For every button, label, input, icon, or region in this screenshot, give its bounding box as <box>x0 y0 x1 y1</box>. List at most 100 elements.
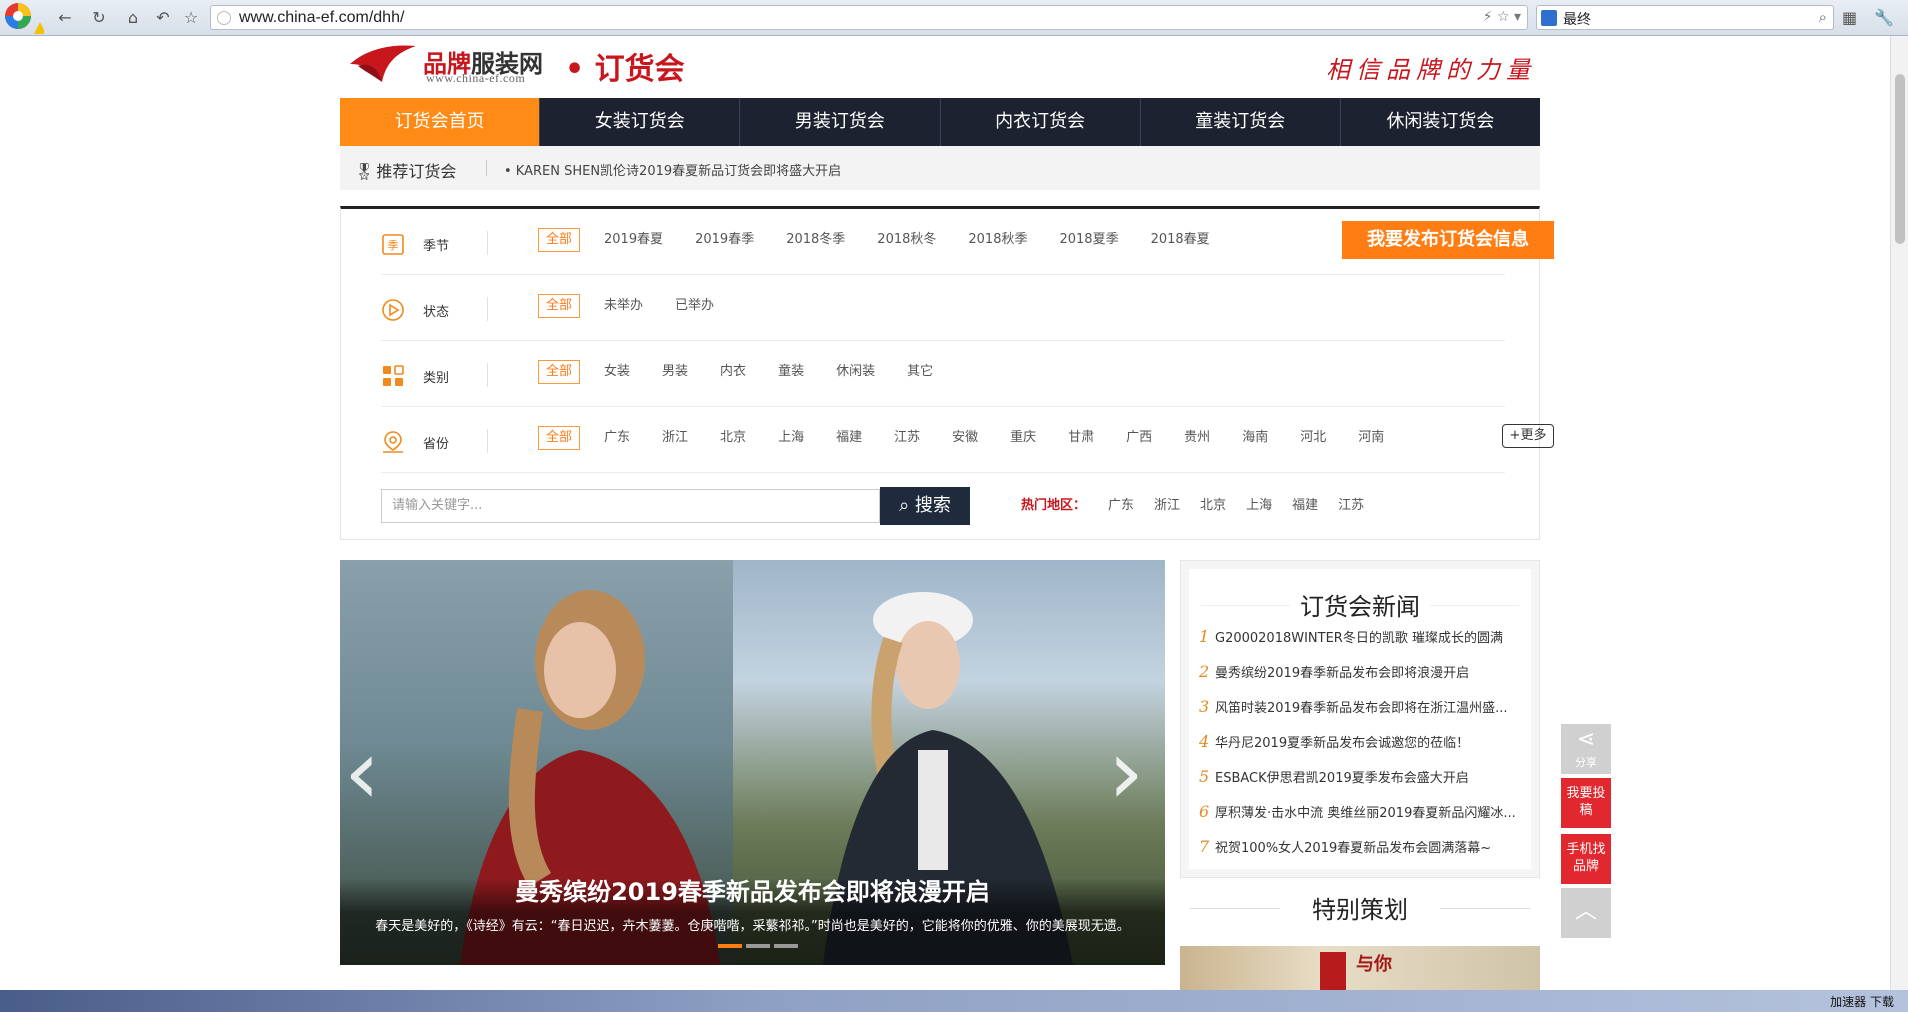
carousel-dot[interactable] <box>746 944 770 948</box>
search-icon[interactable]: ⌕ <box>1819 8 1827 26</box>
news-item[interactable]: 7 祝贺100%女人2019春夏新品发布会圆满落幕~ <box>1199 837 1529 872</box>
carousel-next-icon[interactable]: › <box>1108 720 1144 825</box>
grid-icon[interactable]: ▦ <box>1842 8 1857 27</box>
season-option[interactable]: 2018秋季 <box>960 228 1035 252</box>
more-provinces-button[interactable]: +更多 <box>1502 424 1554 448</box>
nav-item-home[interactable]: 订货会首页 <box>340 98 541 146</box>
special-feature-image[interactable]: 与你 <box>1180 946 1540 990</box>
season-option[interactable]: 2019春夏 <box>596 228 671 252</box>
nav-item-underwear[interactable]: 内衣订货会 <box>941 98 1141 146</box>
page-scrollbar[interactable] <box>1890 36 1908 990</box>
filter-label-province: 省份 <box>423 437 450 452</box>
nav-item-men[interactable]: 男装订货会 <box>740 98 941 146</box>
banner-carousel[interactable]: ‹ › 曼秀缤纷2019春季新品发布会即将浪漫开启 春天是美好的，《诗经》有云：… <box>340 560 1165 965</box>
province-option[interactable]: 北京 <box>712 426 754 450</box>
status-options: 全部 未举办 已举办 <box>538 294 738 318</box>
browser-search-text[interactable]: 最终 <box>1563 9 1591 29</box>
province-option[interactable]: 贵州 <box>1176 426 1218 450</box>
wrench-icon[interactable]: 🔧 <box>1874 8 1894 27</box>
province-option[interactable]: 上海 <box>770 426 812 450</box>
nav-item-casual[interactable]: 休闲装订货会 <box>1341 98 1540 146</box>
category-option[interactable]: 休闲装 <box>828 360 883 384</box>
browser-search-box[interactable]: 最终 ⌕ <box>1536 5 1834 30</box>
search-engine-icon[interactable] <box>1541 10 1557 26</box>
favorite-star-icon[interactable]: ☆ <box>180 7 202 29</box>
mobile-brand-button[interactable]: 手机找品牌 <box>1561 834 1611 884</box>
news-item[interactable]: 4 华丹尼2019夏季新品发布会诚邀您的莅临！ <box>1199 732 1529 767</box>
status-option[interactable]: 未举办 <box>596 294 651 318</box>
status-bar-items[interactable]: 加速器 下载 <box>1830 993 1894 1010</box>
category-option[interactable]: 男装 <box>654 360 696 384</box>
search-button[interactable]: ⌕ 搜索 <box>880 487 970 525</box>
category-option[interactable]: 童装 <box>770 360 812 384</box>
carousel-dot[interactable] <box>774 944 798 948</box>
season-option[interactable]: 2019春季 <box>687 228 762 252</box>
nav-item-kids[interactable]: 童装订货会 <box>1141 98 1341 146</box>
contribute-button[interactable]: 我要投稿 <box>1561 778 1611 828</box>
hot-region-link[interactable]: 浙江 <box>1154 494 1180 513</box>
province-option[interactable]: 安徽 <box>944 426 986 450</box>
banner-title[interactable]: 曼秀缤纷2019春季新品发布会即将浪漫开启 <box>340 872 1165 907</box>
hot-region-link[interactable]: 江苏 <box>1338 494 1364 513</box>
undo-icon[interactable]: ↶ <box>152 7 174 29</box>
category-option[interactable]: 内衣 <box>712 360 754 384</box>
season-option[interactable]: 2018冬季 <box>778 228 853 252</box>
filter-label-category: 类别 <box>423 371 450 386</box>
site-info-icon[interactable] <box>217 11 231 25</box>
status-option-all[interactable]: 全部 <box>538 294 581 318</box>
news-item[interactable]: 2 曼秀缤纷2019春季新品发布会即将浪漫开启 <box>1199 662 1529 697</box>
category-option-all[interactable]: 全部 <box>538 360 581 384</box>
carousel-prev-icon[interactable]: ‹ <box>344 720 380 825</box>
reload-icon[interactable]: ↻ <box>88 7 110 29</box>
address-bar[interactable]: www.china-ef.com/dhh/ ⚡ ☆ ▾ <box>210 5 1528 30</box>
share-button[interactable]: ⋖ 分享 <box>1561 724 1611 774</box>
hot-region-link[interactable]: 广东 <box>1108 494 1134 513</box>
hot-region-link[interactable]: 上海 <box>1246 494 1272 513</box>
wing-logo-icon <box>350 45 416 82</box>
news-item[interactable]: 3 风笛时装2019春季新品发布会即将在浙江温州盛... <box>1199 697 1529 732</box>
back-to-top-button[interactable]: ︿ <box>1561 888 1611 938</box>
url-text[interactable]: www.china-ef.com/dhh/ <box>239 9 404 27</box>
province-option[interactable]: 浙江 <box>654 426 696 450</box>
recommend-news-link[interactable]: • KAREN SHEN凯伦诗2019春夏新品订货会即将盛大开启 <box>504 160 841 179</box>
publish-button[interactable]: 我要发布订货会信息 <box>1342 221 1554 259</box>
back-icon[interactable]: ← <box>54 7 76 29</box>
divider <box>487 363 488 387</box>
share-label: 分享 <box>1575 756 1597 769</box>
province-option[interactable]: 江苏 <box>886 426 928 450</box>
category-option[interactable]: 女装 <box>596 360 638 384</box>
address-bar-actions[interactable]: ⚡ ☆ ▾ <box>1483 9 1521 25</box>
keyword-input[interactable]: 请输入关键字... <box>381 489 880 523</box>
status-option[interactable]: 已举办 <box>667 294 722 318</box>
scrollbar-thumb[interactable] <box>1895 74 1905 244</box>
season-option[interactable]: 2018夏季 <box>1051 228 1126 252</box>
filter-label-season: 季节 <box>423 239 450 254</box>
recommend-label: 🎖 推荐订货会 <box>354 162 457 181</box>
nav-item-women[interactable]: 女装订货会 <box>540 98 741 146</box>
province-option[interactable]: 广西 <box>1118 426 1160 450</box>
province-option[interactable]: 河北 <box>1292 426 1334 450</box>
season-option[interactable]: 2018秋冬 <box>869 228 944 252</box>
site-logo[interactable]: 品牌服装网 www.china-ef.com <box>348 40 548 88</box>
hot-regions: 热门地区： 广东 浙江 北京 上海 福建 江苏 <box>1021 494 1384 513</box>
province-option-all[interactable]: 全部 <box>538 426 581 450</box>
hot-region-link[interactable]: 福建 <box>1292 494 1318 513</box>
news-item[interactable]: 6 厚积薄发·击水中流 奥维丝丽2019春夏新品闪耀冰... <box>1199 802 1529 837</box>
hot-region-link[interactable]: 北京 <box>1200 494 1226 513</box>
province-option[interactable]: 海南 <box>1234 426 1276 450</box>
news-rank: 4 <box>1199 732 1210 751</box>
news-item[interactable]: 1 G20002018WINTER冬日的凯歌 璀璨成长的圆满 <box>1199 627 1529 662</box>
province-option[interactable]: 重庆 <box>1002 426 1044 450</box>
province-option[interactable]: 福建 <box>828 426 870 450</box>
divider <box>487 231 488 255</box>
category-option[interactable]: 其它 <box>899 360 941 384</box>
province-option[interactable]: 广东 <box>596 426 638 450</box>
carousel-dot[interactable] <box>718 944 742 948</box>
season-option-all[interactable]: 全部 <box>538 228 581 252</box>
home-icon[interactable]: ⌂ <box>122 7 144 29</box>
province-option[interactable]: 河南 <box>1350 426 1392 450</box>
news-item[interactable]: 5 ESBACK伊思君凯2019夏季发布会盛大开启 <box>1199 767 1529 802</box>
province-option[interactable]: 甘肃 <box>1060 426 1102 450</box>
season-option[interactable]: 2018春夏 <box>1143 228 1218 252</box>
recommend-bar: 🎖 推荐订货会 • KAREN SHEN凯伦诗2019春夏新品订货会即将盛大开启 <box>340 146 1540 190</box>
